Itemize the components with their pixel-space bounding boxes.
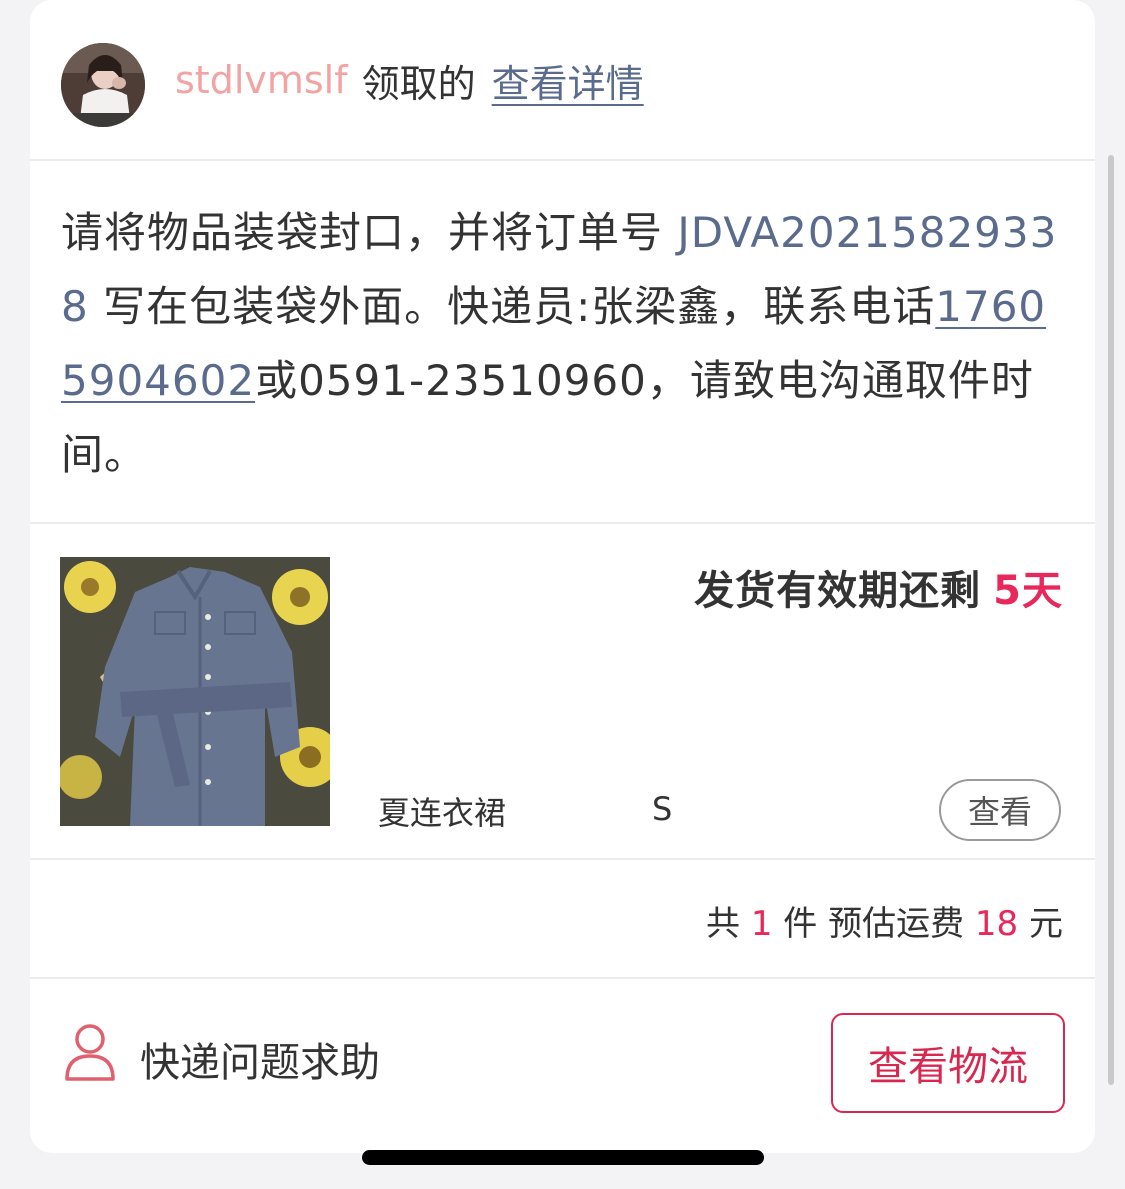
username[interactable]: stdlvmslf	[175, 58, 348, 102]
divider	[30, 522, 1095, 524]
divider	[30, 159, 1095, 161]
product-image[interactable]	[60, 557, 330, 826]
product-size: S	[652, 790, 673, 828]
view-details-link[interactable]: 查看详情	[492, 53, 644, 108]
message-text: 请将物品装袋封口，并将订单号	[61, 208, 678, 257]
divider	[30, 977, 1095, 979]
pickup-instructions: 请将物品装袋封口，并将订单号 JDVA20215829338 写在包装袋外面。快…	[61, 196, 1061, 492]
item-count: 1	[750, 904, 773, 944]
view-product-button[interactable]: 查看	[939, 779, 1061, 841]
dress-photo	[60, 557, 330, 826]
estimated-fee: 18	[974, 904, 1019, 944]
home-indicator[interactable]	[362, 1150, 764, 1165]
view-logistics-button[interactable]: 查看物流	[831, 1013, 1065, 1113]
courier-help-link[interactable]: 快递问题求助	[140, 1030, 380, 1088]
order-summary: 共 1 件 预估运费 18 元	[706, 896, 1063, 945]
claimed-label: 领取的	[361, 61, 476, 106]
message-text: 写在包装袋外面。快递员:张梁鑫，联系电话	[88, 282, 936, 331]
product-name: 夏连衣裙	[378, 794, 507, 832]
deadline-days: 5天	[993, 568, 1063, 614]
summary-count-unit: 件 预估运费	[783, 904, 965, 944]
claim-info: stdlvmslf 领取的 查看详情	[175, 52, 644, 108]
avatar-image	[61, 43, 145, 127]
fee-unit: 元	[1029, 904, 1063, 944]
shipping-deadline: 发货有效期还剩 5天	[694, 558, 1063, 616]
user-icon[interactable]	[63, 1022, 117, 1082]
divider	[30, 858, 1095, 860]
avatar[interactable]	[61, 43, 145, 127]
deadline-label: 发货有效期还剩	[694, 568, 982, 614]
scrollbar[interactable]	[1108, 155, 1114, 1085]
order-card: stdlvmslf 领取的 查看详情 请将物品装袋封口，并将订单号 JDVA20…	[30, 0, 1095, 1153]
summary-prefix: 共	[706, 904, 741, 944]
